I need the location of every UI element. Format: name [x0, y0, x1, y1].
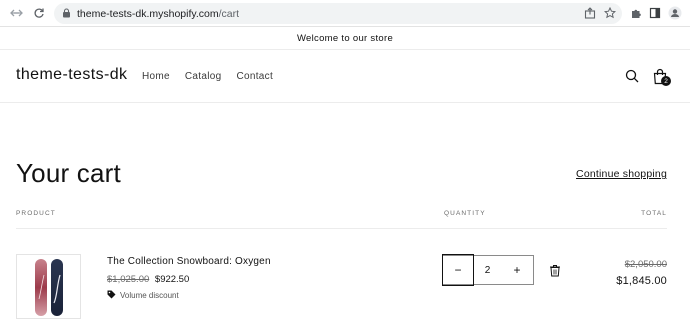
cart-icon[interactable]: 2 [651, 67, 671, 86]
url-host: theme-tests-dk.myshopify.com [77, 7, 219, 20]
discount-label: Volume discount [120, 291, 179, 300]
line-total-original: $2,050.00 [624, 259, 667, 270]
menu-item-home[interactable]: Home [142, 71, 170, 82]
product-image[interactable] [16, 254, 81, 319]
line-total: $1,845.00 [616, 275, 667, 287]
increase-quantity-button[interactable]: + [501, 256, 533, 284]
url-path: /cart [218, 7, 240, 20]
plus-icon: + [513, 263, 521, 277]
store-logo[interactable]: theme-tests-dk [16, 66, 127, 84]
tag-icon [107, 290, 116, 301]
forward-icon[interactable] [9, 4, 27, 22]
share-icon[interactable] [582, 5, 598, 21]
page-title: Your cart [16, 158, 121, 188]
column-header-product: PRODUCT [16, 210, 56, 217]
table-divider [16, 228, 667, 229]
star-icon[interactable] [602, 5, 618, 21]
reload-icon[interactable] [30, 4, 48, 22]
menu-item-catalog[interactable]: Catalog [185, 71, 222, 82]
url-text: theme-tests-dk.myshopify.com/cart [77, 8, 239, 20]
main-menu: Home Catalog Contact [142, 71, 273, 82]
store-header: theme-tests-dk Home Catalog Contact 2 [0, 51, 690, 103]
announcement-bar: Welcome to our store [0, 28, 690, 50]
browser-toolbar: theme-tests-dk.myshopify.com/cart [0, 0, 690, 27]
decrease-quantity-button[interactable]: − [442, 253, 474, 286]
announcement-text: Welcome to our store [296, 33, 394, 44]
search-icon[interactable] [623, 67, 641, 85]
product-original-price: $1,025.00 [107, 274, 150, 285]
sidepanel-icon[interactable] [647, 5, 663, 21]
address-bar[interactable]: theme-tests-dk.myshopify.com/cart [54, 3, 622, 24]
continue-shopping-link[interactable]: Continue shopping [576, 168, 667, 180]
discount-row: Volume discount [107, 290, 179, 301]
extensions-icon[interactable] [628, 5, 644, 21]
column-header-quantity: QUANTITY [444, 210, 486, 217]
menu-item-contact[interactable]: Contact [236, 71, 273, 82]
lock-icon[interactable] [62, 5, 71, 23]
quantity-input[interactable]: 2 [474, 265, 501, 276]
cart-count-badge: 2 [661, 76, 671, 86]
profile-icon[interactable] [667, 5, 683, 21]
column-header-total: TOTAL [641, 210, 667, 217]
product-name[interactable]: The Collection Snowboard: Oxygen [107, 256, 271, 267]
product-price: $1,025.00 $922.50 [107, 274, 189, 285]
product-discounted-price: $922.50 [154, 274, 190, 285]
quantity-stepper: − 2 + [442, 253, 534, 286]
trash-icon[interactable] [549, 264, 561, 277]
minus-icon: − [454, 262, 462, 277]
